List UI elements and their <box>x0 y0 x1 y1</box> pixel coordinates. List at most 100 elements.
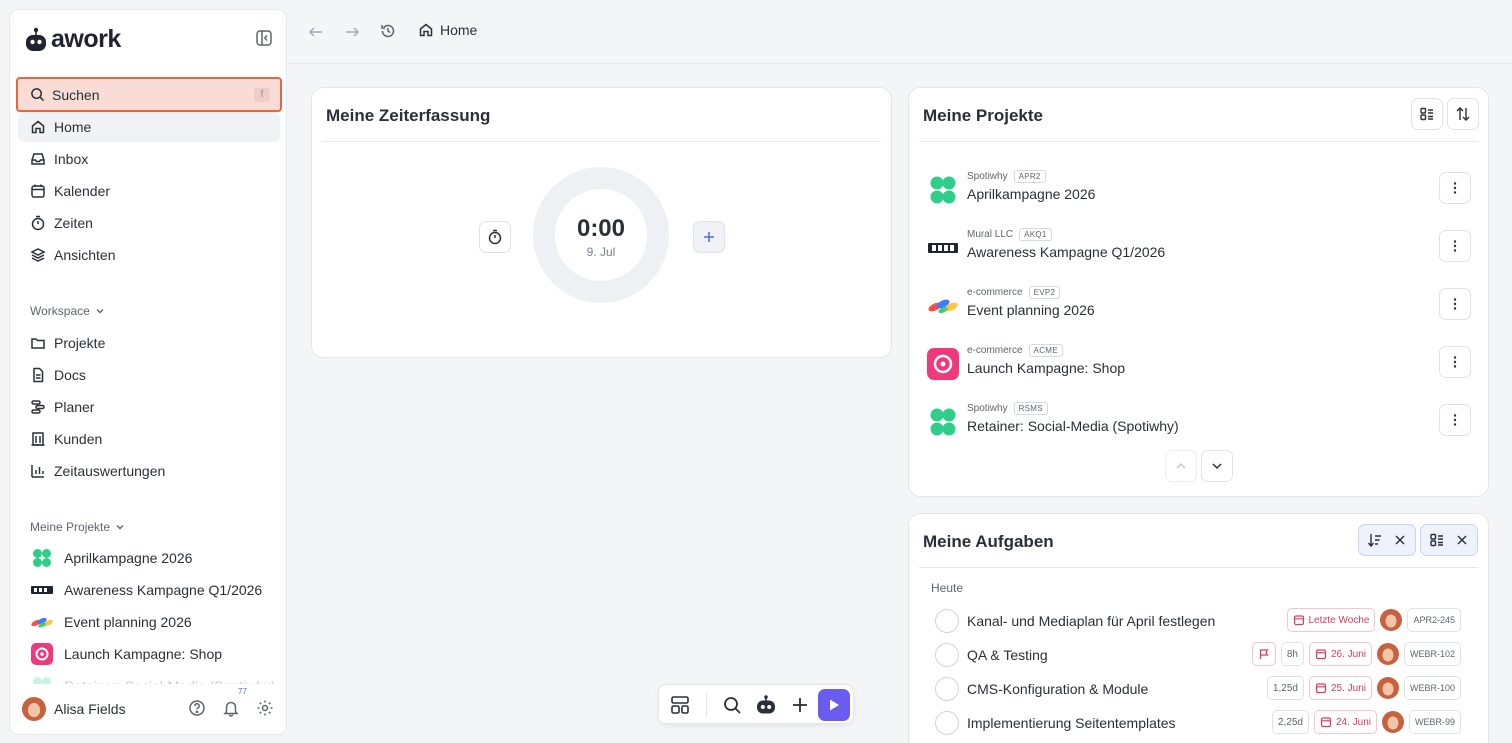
my-tasks-card: Meine Aufgaben Heute Kanal- und Mediapla… <box>908 513 1489 743</box>
timer-date: 9. Jul <box>586 245 616 259</box>
top-bar: Home <box>288 0 1512 64</box>
nav-label: Home <box>54 119 92 135</box>
nav-calendar[interactable]: Kalender <box>18 176 280 206</box>
close-icon[interactable] <box>1393 533 1407 547</box>
nav-inbox[interactable]: Inbox <box>18 144 280 174</box>
assignee-avatar[interactable] <box>1376 677 1399 699</box>
project-more-button[interactable] <box>1439 172 1471 204</box>
help-icon[interactable] <box>188 699 206 717</box>
assignee-avatar[interactable] <box>1376 643 1399 665</box>
nav-times[interactable]: Zeiten <box>18 208 280 238</box>
task-effort: 2,25d <box>1277 716 1303 728</box>
sidebar-project-event-planning[interactable]: Event planning 2026 <box>30 609 280 635</box>
project-row[interactable]: Spotiwhy RSMS Retainer: Social-Media (Spo… <box>927 400 1471 448</box>
project-more-button[interactable] <box>1439 404 1471 436</box>
chevron-down-icon <box>96 309 104 314</box>
task-row[interactable]: Kanal- und Mediaplan für April festlegen… <box>935 606 1465 636</box>
nav-home[interactable]: Home <box>18 112 280 142</box>
my-projects-section-toggle[interactable]: Meine Projekte <box>30 520 125 534</box>
ai-bot-icon[interactable] <box>755 694 777 716</box>
sort-filter-chip[interactable] <box>1358 524 1416 556</box>
flag-icon <box>1259 649 1269 659</box>
task-due-chip[interactable]: 25. Juni <box>1308 676 1372 700</box>
more-vertical-icon <box>1453 182 1457 194</box>
project-customer-line: e-commerce ACME <box>967 344 1063 357</box>
task-effort-chip[interactable]: 1,25d <box>1266 676 1304 700</box>
close-icon[interactable] <box>1455 533 1469 547</box>
forward-arrow-icon[interactable] <box>344 24 360 40</box>
home-icon <box>419 23 433 37</box>
task-due-chip[interactable]: 26. Juni <box>1308 642 1372 666</box>
task-priority-chip[interactable] <box>1251 642 1276 666</box>
project-row[interactable]: e-commerce ACME Launch Kampagne: Shop <box>927 342 1471 390</box>
sidebar-collapse-icon[interactable] <box>255 29 273 47</box>
scroll-down-button[interactable] <box>1201 450 1233 482</box>
workspace-section-toggle[interactable]: Workspace <box>30 304 105 318</box>
task-name: CMS-Konfiguration & Module <box>967 681 1149 697</box>
view-toggle-button[interactable] <box>1411 98 1443 130</box>
timer-start-button[interactable] <box>479 221 511 253</box>
plus-icon[interactable] <box>789 694 811 716</box>
sidebar-project-aprilkampagne[interactable]: Aprilkampagne 2026 <box>30 545 280 571</box>
task-checkbox[interactable] <box>935 643 959 667</box>
task-row[interactable]: Implementierung Seitentemplates 2,25d 24… <box>935 708 1465 738</box>
calendar-icon <box>1315 683 1327 694</box>
task-meta: 8h 26. Juni WEBR-102 <box>1251 642 1461 666</box>
project-customer: e-commerce <box>967 345 1023 356</box>
nav-time-reports[interactable]: Zeitauswertungen <box>18 456 280 486</box>
project-more-button[interactable] <box>1439 230 1471 262</box>
group-filter-chip[interactable] <box>1420 524 1478 556</box>
search-button[interactable]: Suchen f <box>16 77 282 112</box>
gear-icon[interactable] <box>256 699 274 717</box>
user-name[interactable]: Alisa Fields <box>54 701 126 717</box>
project-customer-line: Spotiwhy RSMS <box>967 402 1048 415</box>
task-checkbox[interactable] <box>935 677 959 701</box>
nav-views[interactable]: Ansichten <box>18 240 280 270</box>
sidebar-project-label: Awareness Kampagne Q1/2026 <box>64 582 263 598</box>
nav-planner[interactable]: Planer <box>18 392 280 422</box>
sidebar-project-awareness[interactable]: Awareness Kampagne Q1/2026 <box>30 577 280 603</box>
project-name: Retainer: Social-Media (Spotiwhy) <box>967 418 1179 434</box>
nav-projects[interactable]: Projekte <box>18 328 280 358</box>
task-effort-chip[interactable]: 2,25d <box>1271 710 1309 734</box>
task-due-chip[interactable]: Letzte Woche <box>1286 608 1376 632</box>
task-due-chip[interactable]: 24. Juni <box>1313 710 1377 734</box>
assignee-avatar[interactable] <box>1380 609 1403 631</box>
nav-customers[interactable]: Kunden <box>18 424 280 454</box>
app-logo[interactable]: awork <box>25 25 121 54</box>
project-customer: Mural LLC <box>967 229 1014 240</box>
card-divider <box>322 141 881 142</box>
sort-button[interactable] <box>1447 98 1479 130</box>
task-effort-chip[interactable]: 8h <box>1280 642 1304 666</box>
task-row[interactable]: QA & Testing 8h 26. Juni WEBR-102 <box>935 640 1465 670</box>
search-icon[interactable] <box>721 694 743 716</box>
assignee-avatar[interactable] <box>1381 711 1404 733</box>
user-avatar[interactable] <box>22 697 46 721</box>
back-arrow-icon[interactable] <box>308 24 324 40</box>
scroll-up-button[interactable] <box>1165 450 1197 482</box>
awork-bot-icon <box>26 27 46 51</box>
task-checkbox[interactable] <box>935 711 959 735</box>
launch-logo-icon <box>31 643 53 665</box>
calendar-icon <box>31 184 45 198</box>
project-more-button[interactable] <box>1439 346 1471 378</box>
calendar-icon <box>1315 649 1327 660</box>
history-icon[interactable] <box>380 23 396 39</box>
task-name: QA & Testing <box>967 647 1048 663</box>
add-time-entry-button[interactable] <box>693 221 725 253</box>
project-row[interactable]: Mural LLC AKQ1 Awareness Kampagne Q1/2026 <box>927 226 1471 274</box>
project-more-button[interactable] <box>1439 288 1471 320</box>
nav-label: Zeitauswertungen <box>54 463 166 479</box>
project-row[interactable]: e-commerce EVP2 Event planning 2026 <box>927 284 1471 332</box>
sidebar-project-launch-shop[interactable]: Launch Kampagne: Shop <box>30 641 280 667</box>
task-row[interactable]: CMS-Konfiguration & Module 1,25d 25. Jun… <box>935 674 1465 704</box>
nav-docs[interactable]: Docs <box>18 360 280 390</box>
task-checkbox[interactable] <box>935 609 959 633</box>
project-row[interactable]: Spotiwhy APR2 Aprilkampagne 2026 <box>927 168 1471 216</box>
list-view-icon <box>1430 533 1443 547</box>
project-customer-line: e-commerce EVP2 <box>967 286 1061 299</box>
layout-icon[interactable] <box>669 694 691 716</box>
time-tracking-card: Meine Zeiterfassung 0:00 9. Jul <box>311 87 892 358</box>
start-timer-button[interactable] <box>818 689 850 721</box>
bell-icon[interactable] <box>222 699 240 717</box>
